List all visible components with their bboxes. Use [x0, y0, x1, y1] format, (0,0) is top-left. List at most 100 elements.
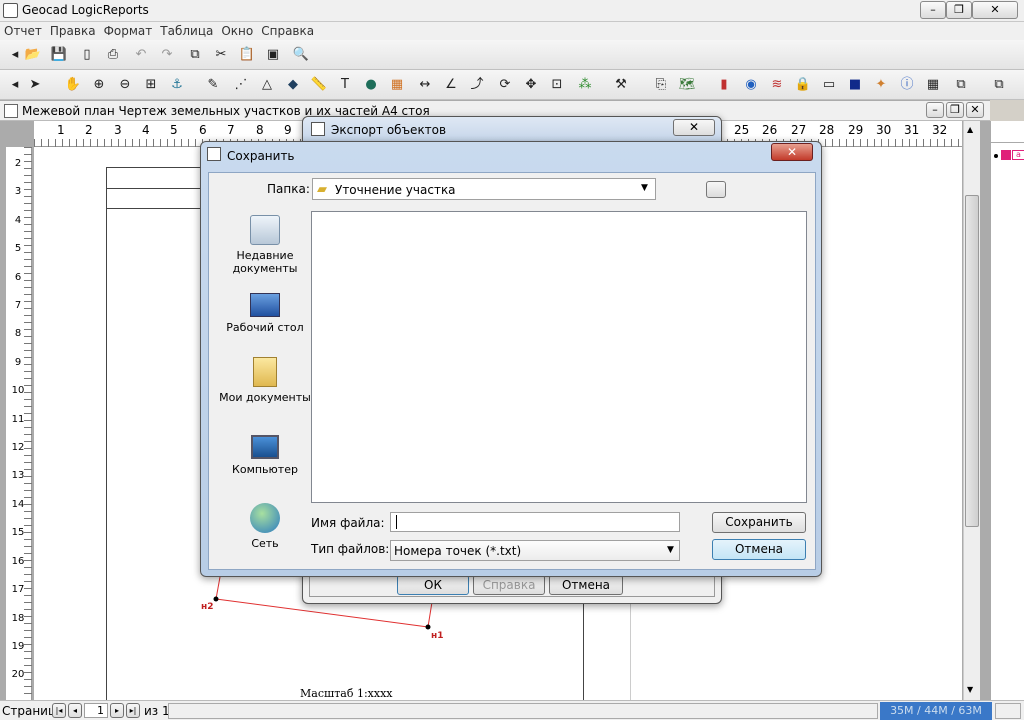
folder-select[interactable]: ▰ Уточнение участка ▼: [312, 178, 656, 200]
polyline-icon[interactable]: ⋰: [232, 76, 250, 94]
map-icon[interactable]: 🗺: [678, 76, 696, 94]
open-icon[interactable]: 📂: [24, 46, 42, 64]
save-icon[interactable]: 💾: [50, 46, 68, 64]
dimension-icon[interactable]: ↔: [416, 76, 434, 94]
line-style-icon[interactable]: ▭: [820, 76, 838, 94]
new-page-icon[interactable]: ▯: [78, 46, 96, 64]
text-icon[interactable]: T: [336, 76, 354, 94]
menu-window[interactable]: Окно: [217, 22, 257, 40]
save-button[interactable]: Сохранить: [712, 512, 806, 533]
traffic-light-icon[interactable]: ▮: [715, 76, 733, 94]
tools-icon[interactable]: ⚒: [612, 76, 630, 94]
ruler-tick: 3: [14, 186, 22, 198]
ruler-tick: 1: [57, 123, 65, 137]
minimize-button[interactable]: –: [920, 1, 946, 19]
ruler-tick: 2: [85, 123, 93, 137]
polygon-icon[interactable]: △: [258, 76, 276, 94]
computer-icon: [251, 435, 279, 459]
frame-icon[interactable]: ■: [846, 76, 864, 94]
filename-input[interactable]: [390, 512, 680, 532]
rotate-icon[interactable]: ⟳: [496, 76, 514, 94]
zoom-out-icon[interactable]: ⊖: [116, 76, 134, 94]
save-dialog-close-button[interactable]: ✕: [771, 143, 813, 161]
ruler-tick: 25: [734, 123, 750, 137]
export-cancel-button[interactable]: Отмена: [549, 575, 623, 595]
scale-icon[interactable]: ⊡: [548, 76, 566, 94]
menu-format[interactable]: Формат: [100, 22, 157, 40]
fill-icon[interactable]: ◆: [284, 76, 302, 94]
export-help-button[interactable]: Справка: [473, 575, 545, 595]
app-icon: [3, 3, 18, 18]
menu-table[interactable]: Таблица: [156, 22, 217, 40]
info-icon[interactable]: ⓘ: [898, 76, 916, 94]
place-recent-documents[interactable]: Недавние документы: [219, 215, 311, 275]
boundary-line: [427, 601, 433, 628]
side-panel-header: [991, 121, 1024, 143]
view-menu-button[interactable]: [706, 181, 726, 198]
survey-point: [213, 596, 219, 602]
export-ok-button[interactable]: ОК: [397, 575, 469, 595]
image-icon[interactable]: ▦: [388, 76, 406, 94]
scroll-up-arrow-icon[interactable]: ▲: [967, 125, 973, 134]
place-desktop[interactable]: Рабочий стол: [219, 293, 311, 334]
vertical-scrollbar[interactable]: ▲ ▼: [963, 121, 980, 700]
select-arrow-icon[interactable]: ➤: [26, 76, 44, 94]
scroll-thumb[interactable]: [965, 195, 979, 527]
place-network[interactable]: Сеть: [219, 503, 311, 550]
export-icon[interactable]: ⎘: [652, 76, 670, 94]
menu-edit[interactable]: Правка: [46, 22, 100, 40]
points-icon[interactable]: ⁂: [576, 76, 594, 94]
layers-stack-icon[interactable]: ≋: [768, 76, 786, 94]
palette-icon[interactable]: ◉: [742, 76, 760, 94]
ruler-tick: 5: [14, 243, 22, 255]
ruler-tick: 18: [11, 612, 25, 624]
window-list-icon[interactable]: ⧉: [990, 76, 1008, 94]
file-list[interactable]: [311, 211, 807, 503]
grid-icon[interactable]: ▦: [924, 76, 942, 94]
layer-icon[interactable]: ⚓: [168, 76, 186, 94]
place-my-documents[interactable]: Мои документы: [219, 357, 311, 404]
undo-icon[interactable]: ↶: [132, 46, 150, 64]
close-app-button[interactable]: ✕: [972, 1, 1018, 19]
doc-close-button[interactable]: ✕: [966, 102, 984, 118]
place-computer[interactable]: Компьютер: [219, 435, 311, 476]
prev-page-button[interactable]: ◂: [68, 703, 82, 718]
cancel-button[interactable]: Отмена: [712, 539, 806, 560]
properties-icon[interactable]: ▣: [264, 46, 282, 64]
redo-icon[interactable]: ↷: [158, 46, 176, 64]
menu-help[interactable]: Справка: [257, 22, 318, 40]
menu-report[interactable]: Отчет: [0, 22, 46, 40]
window-arrange-icon[interactable]: ⧉: [952, 76, 970, 94]
print-icon[interactable]: ⎙: [104, 46, 122, 64]
export-dialog-close-button[interactable]: ✕: [673, 119, 715, 136]
lock-icon[interactable]: 🔒: [794, 76, 812, 94]
scroll-down-arrow-icon[interactable]: ▼: [967, 685, 973, 694]
find-icon[interactable]: 🔍: [292, 46, 310, 64]
folder-icon: ▰: [317, 182, 327, 197]
page-number-input[interactable]: 1: [84, 703, 108, 718]
paste-icon[interactable]: 📋: [238, 46, 256, 64]
maximize-button[interactable]: ❐: [946, 1, 972, 19]
doc-minimize-button[interactable]: –: [926, 102, 944, 118]
angle-icon[interactable]: ∠: [442, 76, 460, 94]
ruler-tick: 15: [11, 527, 25, 539]
circle-icon[interactable]: ●: [362, 76, 380, 94]
pin-icon[interactable]: ✦: [872, 76, 890, 94]
link-icon[interactable]: ⤴: [468, 76, 486, 94]
copy-icon[interactable]: ⧉: [186, 46, 204, 64]
filetype-select[interactable]: Номера точек (*.txt) ▼: [390, 540, 680, 561]
ruler-tick: 30: [876, 123, 892, 137]
zoom-in-icon[interactable]: ⊕: [90, 76, 108, 94]
first-page-button[interactable]: |◂: [52, 703, 66, 718]
cut-icon[interactable]: ✂: [212, 46, 230, 64]
ruler-tick: 29: [848, 123, 864, 137]
next-page-button[interactable]: ▸: [110, 703, 124, 718]
place-label: Недавние документы: [232, 249, 298, 275]
pan-hand-icon[interactable]: ✋: [64, 76, 82, 94]
pencil-icon[interactable]: ✎: [204, 76, 222, 94]
zoom-extents-icon[interactable]: ⊞: [142, 76, 160, 94]
last-page-button[interactable]: ▸|: [126, 703, 140, 718]
measure-icon[interactable]: 📏: [310, 76, 328, 94]
doc-restore-button[interactable]: ❐: [946, 102, 964, 118]
move-icon[interactable]: ✥: [522, 76, 540, 94]
